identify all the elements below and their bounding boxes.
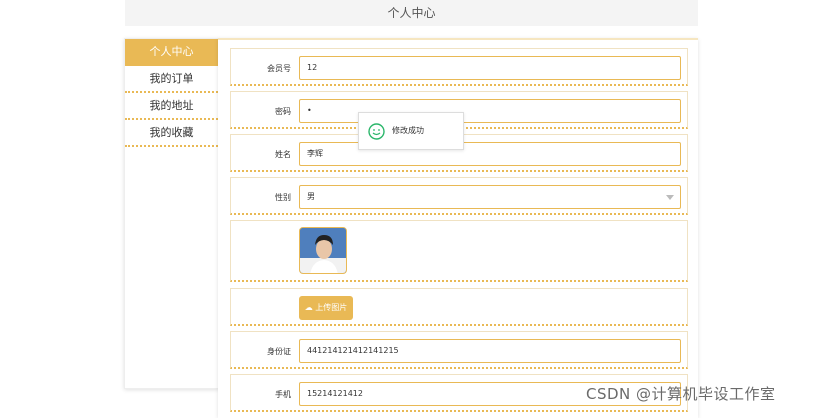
avatar-row [230, 220, 688, 282]
avatar [299, 227, 347, 274]
upload-image-button[interactable]: ☁ 上传图片 [299, 296, 353, 320]
sidebar-item-favorites[interactable]: 我的收藏 [125, 120, 218, 147]
gender-selected-value: 男 [307, 192, 315, 201]
name-label: 姓名 [275, 150, 291, 159]
member-no-label: 会员号 [267, 64, 291, 73]
success-toast: 修改成功 [358, 112, 464, 150]
profile-form: 会员号 12 密码 • 姓名 李辉 性别 男 ☁ 上传图片 身份证 441214… [218, 38, 698, 418]
upload-button-label: 上传图片 [315, 303, 348, 312]
member-no-input[interactable]: 12 [299, 56, 681, 80]
upload-row: ☁ 上传图片 [230, 288, 688, 326]
sidebar-item-orders[interactable]: 我的订单 [125, 66, 218, 93]
password-input[interactable]: • [299, 99, 681, 123]
watermark: CSDN @计算机毕设工作室 [586, 385, 776, 403]
password-label: 密码 [275, 107, 291, 116]
page-title: 个人中心 [125, 0, 698, 26]
gender-label: 性别 [275, 193, 291, 202]
chevron-down-icon [666, 195, 674, 200]
sidebar-item-address[interactable]: 我的地址 [125, 93, 218, 120]
member-no-row: 会员号 12 [230, 48, 688, 86]
sidebar: 个人中心 我的订单 我的地址 我的收藏 [124, 38, 219, 389]
id-card-row: 身份证 441214121412141215 [230, 331, 688, 369]
gender-row: 性别 男 [230, 177, 688, 215]
name-input[interactable]: 李辉 [299, 142, 681, 166]
sidebar-item-profile[interactable]: 个人中心 [125, 39, 218, 66]
phone-label: 手机 [275, 390, 291, 399]
gender-select[interactable]: 男 [299, 185, 681, 209]
cloud-upload-icon: ☁ [304, 303, 313, 312]
id-card-input[interactable]: 441214121412141215 [299, 339, 681, 363]
smile-icon [368, 123, 385, 140]
toast-message: 修改成功 [392, 126, 424, 135]
id-card-label: 身份证 [267, 347, 291, 356]
